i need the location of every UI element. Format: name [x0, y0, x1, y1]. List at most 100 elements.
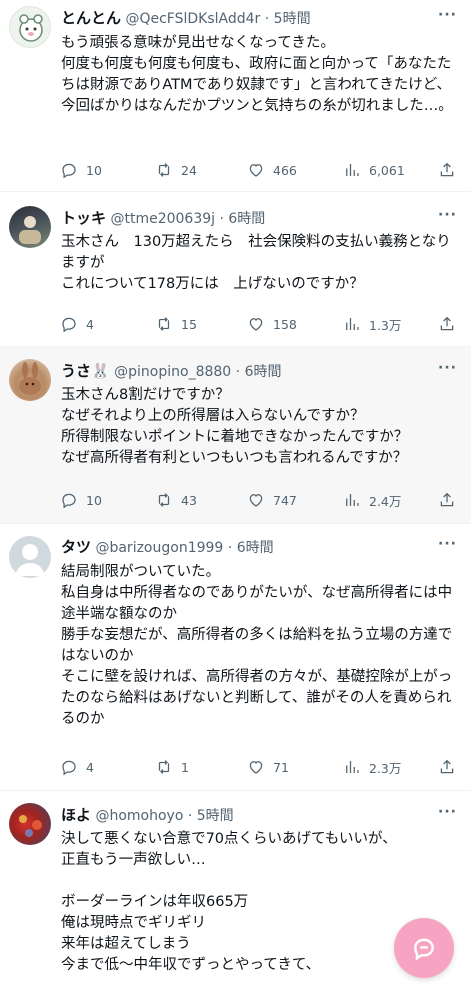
timestamp[interactable]: 6時間 [237, 540, 274, 556]
compose-icon [414, 938, 434, 961]
post-text: 玉木さん 130万超えたら 社会保険料の支払い義務となりますが これについて17… [61, 234, 451, 292]
action-bar: 10 43 747 2.4万 [60, 489, 460, 511]
like-button[interactable]: 158 [247, 313, 297, 335]
timestamp[interactable]: 5時間 [197, 808, 234, 824]
views-button[interactable]: 2.4万 [343, 489, 401, 511]
display-name[interactable]: トッキ [61, 209, 106, 227]
more-options-icon[interactable]: ··· [438, 7, 457, 23]
repost-button[interactable]: 1 [155, 756, 189, 778]
views-icon [346, 494, 359, 506]
avatar[interactable] [9, 206, 51, 248]
post-tokki[interactable]: トッキ @ttme200639j · 6時間 ··· 玉木さん 130万超えたら… [0, 192, 471, 347]
views-button[interactable]: 1.3万 [343, 313, 401, 335]
reply-icon [62, 317, 76, 333]
display-name[interactable]: うさ🐰 [61, 362, 110, 380]
more-options-icon[interactable]: ··· [438, 360, 457, 376]
share-button[interactable] [438, 159, 456, 181]
user-handle[interactable]: @pinopino_8880 [114, 364, 231, 380]
heart-icon [249, 318, 263, 331]
share-icon [440, 759, 454, 774]
repost-count: 43 [181, 492, 197, 508]
timestamp[interactable]: 6時間 [228, 211, 265, 227]
reply-button[interactable]: 4 [60, 756, 94, 778]
like-button[interactable]: 71 [247, 756, 289, 778]
like-button[interactable]: 466 [247, 159, 297, 181]
like-count: 747 [273, 492, 297, 508]
dot-separator: · [183, 808, 197, 824]
repost-button[interactable]: 24 [155, 159, 197, 181]
action-bar: 4 1 71 2.3万 [60, 756, 460, 778]
avatar[interactable] [9, 803, 51, 845]
views-icon [346, 164, 359, 176]
timestamp[interactable]: 5時間 [274, 11, 311, 27]
views-button[interactable]: 6,061 [343, 159, 405, 181]
user-handle[interactable]: @QecFSlDKslAdd4r [125, 11, 260, 27]
reply-count: 4 [86, 759, 94, 775]
like-count: 71 [273, 759, 289, 775]
post-usa[interactable]: うさ🐰 @pinopino_8880 · 6時間 ··· 玉木さん8割だけですか… [0, 347, 471, 524]
reply-count: 10 [86, 492, 102, 508]
repost-button[interactable]: 15 [155, 313, 197, 335]
more-options-icon[interactable]: ··· [438, 804, 457, 820]
share-button[interactable] [438, 756, 456, 778]
user-handle[interactable]: @ttme200639j [110, 211, 215, 227]
user-handle[interactable]: @barizougon1999 [95, 540, 223, 556]
post-tonton[interactable]: とんとん @QecFSlDKslAdd4r · 5時間 ··· もう頑張る意味が… [0, 0, 471, 192]
repost-count: 24 [181, 162, 197, 178]
dot-separator: · [223, 540, 237, 556]
reply-button[interactable]: 10 [60, 489, 102, 511]
repost-count: 1 [181, 759, 189, 775]
repost-icon [158, 493, 170, 507]
post-header: ほよ @homohoyo · 5時間 [61, 805, 234, 825]
heart-icon [249, 494, 263, 507]
dot-separator: · [260, 11, 274, 27]
share-icon [440, 162, 454, 177]
post-header: とんとん @QecFSlDKslAdd4r · 5時間 [61, 8, 311, 28]
heart-icon [249, 761, 263, 774]
views-count: 1.3万 [369, 317, 402, 333]
views-count: 2.4万 [369, 493, 402, 509]
avatar[interactable] [9, 536, 51, 578]
like-count: 466 [273, 162, 297, 178]
more-options-icon[interactable]: ··· [438, 536, 457, 552]
share-icon [440, 492, 454, 507]
post-text: 玉木さん8割だけですか？ なぜそれより上の所得層は入らないんですか？ 所得制限な… [61, 387, 409, 466]
reply-icon [62, 493, 76, 509]
compose-button[interactable] [394, 918, 454, 978]
post-text: もう頑張る意味が見出せなくなってきた。 何度も何度も何度も何度も、政府に面と向か… [61, 35, 453, 114]
display-name[interactable]: タツ [61, 538, 91, 556]
reply-icon [62, 760, 76, 776]
avatar[interactable] [9, 359, 51, 401]
views-count: 2.3万 [369, 760, 402, 776]
display-name[interactable]: とんとん [61, 9, 121, 27]
timeline: とんとん @QecFSlDKslAdd4r · 5時間 ··· もう頑張る意味が… [0, 0, 471, 986]
share-icon [440, 316, 454, 331]
like-button[interactable]: 747 [247, 489, 297, 511]
share-button[interactable] [438, 313, 456, 335]
action-bar: 4 15 158 1.3万 [60, 313, 460, 335]
repost-icon [158, 317, 170, 331]
post-text: 結局制限がついていた。 私自身は中所得者なのでありがたいが、なぜ高所得者には中途… [61, 564, 453, 727]
reply-icon [62, 163, 76, 179]
dot-separator: · [215, 211, 229, 227]
reply-button[interactable]: 10 [60, 159, 102, 181]
post-header: うさ🐰 @pinopino_8880 · 6時間 [61, 361, 281, 381]
views-icon [346, 318, 359, 330]
post-header: トッキ @ttme200639j · 6時間 [61, 208, 265, 228]
views-button[interactable]: 2.3万 [343, 756, 401, 778]
display-name[interactable]: ほよ [61, 806, 91, 824]
more-options-icon[interactable]: ··· [438, 207, 457, 223]
views-count: 6,061 [369, 162, 405, 178]
repost-button[interactable]: 43 [155, 489, 197, 511]
reply-button[interactable]: 4 [60, 313, 94, 335]
share-button[interactable] [438, 489, 456, 511]
repost-icon [158, 163, 170, 177]
avatar[interactable] [9, 6, 51, 48]
post-header: タツ @barizougon1999 · 6時間 [61, 537, 274, 557]
heart-icon [249, 164, 263, 177]
like-count: 158 [273, 316, 297, 332]
user-handle[interactable]: @homohoyo [95, 808, 183, 824]
repost-count: 15 [181, 316, 197, 332]
timestamp[interactable]: 6時間 [245, 364, 282, 380]
post-tatsu[interactable]: タツ @barizougon1999 · 6時間 ··· 結局制限がついていた。… [0, 524, 471, 791]
